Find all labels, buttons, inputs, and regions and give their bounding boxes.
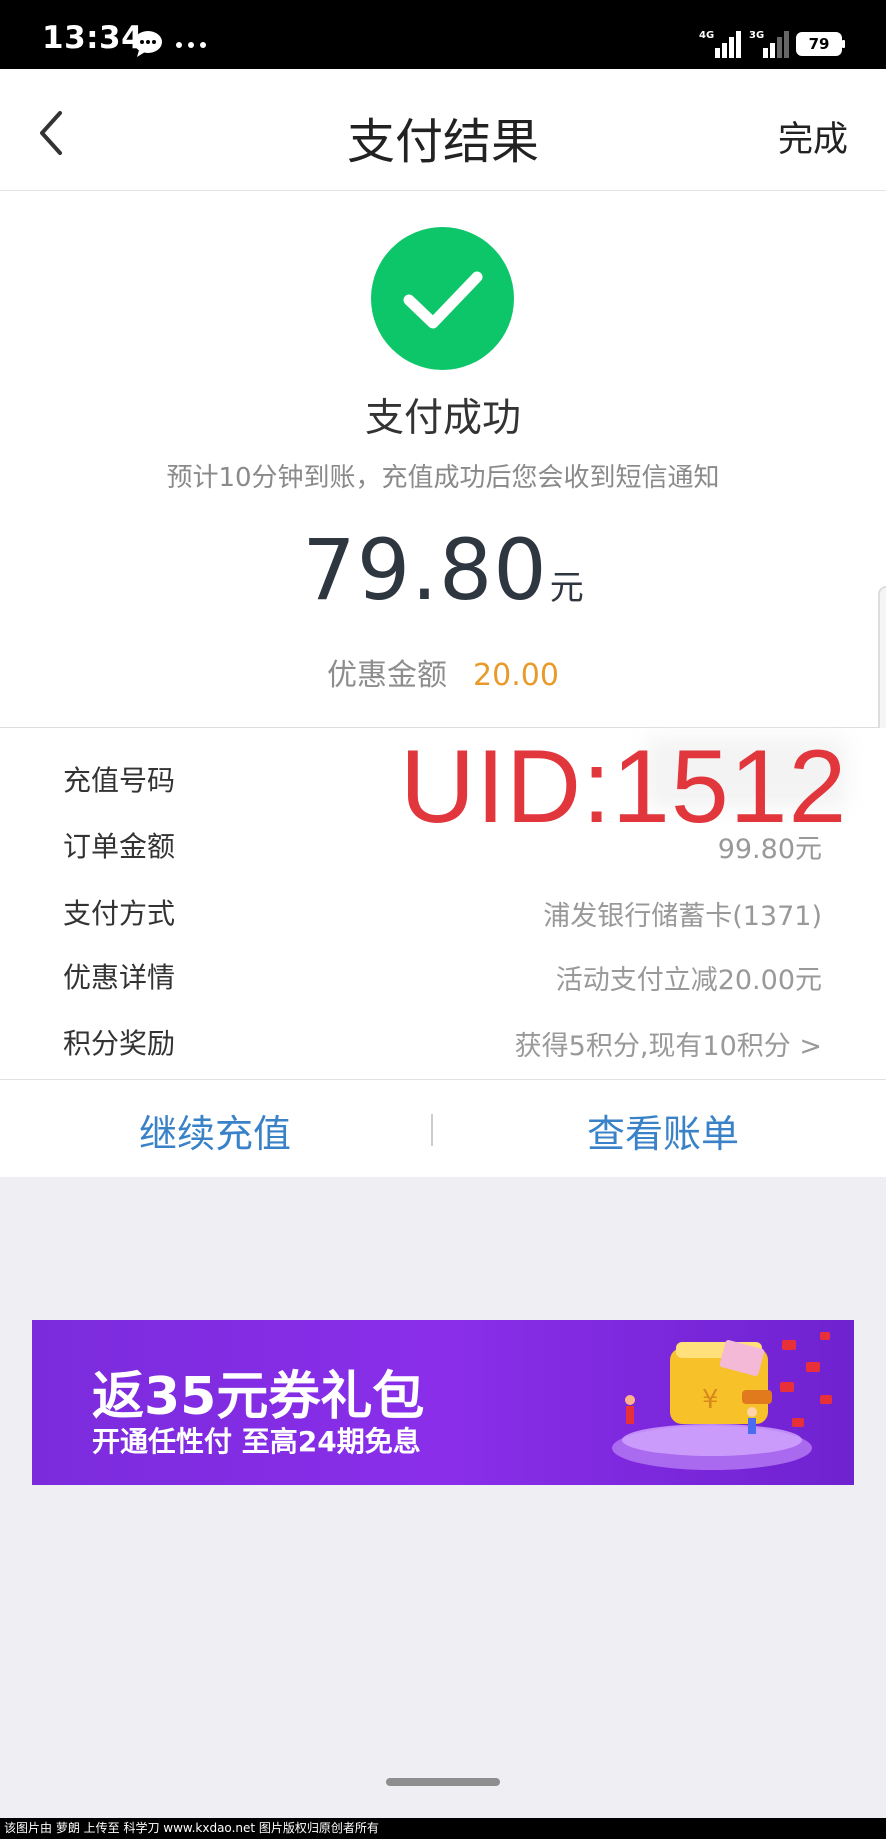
detail-row-points[interactable]: 积分奖励 获得5积分,现有10积分 > bbox=[0, 1016, 886, 1066]
points-link[interactable]: 获得5积分,现有10积分 > bbox=[515, 1024, 822, 1063]
detail-row-discount-detail: 优惠详情 活动支付立减20.00元 bbox=[0, 950, 886, 1000]
detail-label: 订单金额 bbox=[63, 830, 176, 863]
status-bar: 13:34 4G 3G 79 bbox=[0, 0, 886, 69]
detail-label: 优惠详情 bbox=[63, 961, 176, 994]
amount-row: 79.80元 bbox=[0, 521, 886, 619]
page-title: 支付结果 bbox=[346, 114, 539, 170]
detail-label: 支付方式 bbox=[63, 897, 176, 930]
discount-label: 优惠金额 bbox=[327, 658, 448, 693]
detail-value: 活动支付立减20.00元 bbox=[555, 965, 822, 996]
watermark-footer: 该图片由 萝朗 上传至 科学刀 www.kxdao.net 图片版权归原创者所有 bbox=[0, 1818, 886, 1839]
continue-recharge-button[interactable]: 继续充值 bbox=[139, 1103, 291, 1158]
header: 支付结果 完成 bbox=[0, 69, 886, 191]
detail-label: 积分奖励 bbox=[63, 1027, 176, 1060]
view-bill-button[interactable]: 查看账单 bbox=[587, 1103, 739, 1158]
check-circle-icon bbox=[371, 227, 514, 370]
order-details: 充值号码 UID:1512 订单金额 99.80元 支付方式 浦发银行储蓄卡(1… bbox=[0, 728, 886, 1080]
discount-value: 20.00 bbox=[473, 658, 559, 693]
discount-row: 优惠金额 20.00 bbox=[0, 650, 886, 694]
action-bar: 继续充值 查看账单 bbox=[0, 1080, 886, 1177]
battery-icon: 79 bbox=[796, 32, 846, 56]
svg-text:¥: ¥ bbox=[702, 1385, 719, 1415]
arrival-notice: 预计10分钟到账，充值成功后您会收到短信通知 bbox=[166, 463, 720, 493]
signal-icon: 3G bbox=[749, 30, 793, 58]
detail-row-payment-method: 支付方式 浦发银行储蓄卡(1371) bbox=[0, 886, 886, 936]
paid-amount: 79.80 bbox=[302, 521, 548, 619]
chat-bubble-icon bbox=[134, 31, 162, 57]
side-scroll-handle[interactable] bbox=[878, 586, 886, 736]
payment-result-panel: 支付成功 预计10分钟到账，充值成功后您会收到短信通知 79.80元 优惠金额 2… bbox=[0, 191, 886, 736]
home-indicator[interactable] bbox=[386, 1778, 500, 1786]
detail-row-order-amount: 订单金额 99.80元 bbox=[0, 819, 886, 869]
signal-icon: 4G bbox=[699, 30, 743, 58]
done-button[interactable]: 完成 bbox=[778, 111, 848, 162]
wallet-gift-icon: ¥ bbox=[612, 1332, 832, 1470]
detail-value: 99.80元 bbox=[717, 834, 822, 865]
battery-level: 79 bbox=[808, 35, 830, 53]
banner-subtitle: 开通任性付 至高24期免息 bbox=[92, 1425, 421, 1458]
status-text: 支付成功 bbox=[364, 396, 521, 441]
detail-value: 浦发银行储蓄卡(1371) bbox=[543, 901, 822, 932]
banner-title: 返35元券礼包 bbox=[92, 1367, 425, 1427]
detail-label: 充值号码 bbox=[63, 764, 176, 797]
more-dots-icon bbox=[176, 42, 206, 48]
action-divider bbox=[431, 1114, 433, 1146]
amount-unit: 元 bbox=[549, 568, 584, 608]
promo-banner[interactable]: 返35元券礼包 开通任性付 至高24期免息 ¥ bbox=[32, 1320, 854, 1485]
status-time: 13:34 bbox=[42, 20, 144, 56]
